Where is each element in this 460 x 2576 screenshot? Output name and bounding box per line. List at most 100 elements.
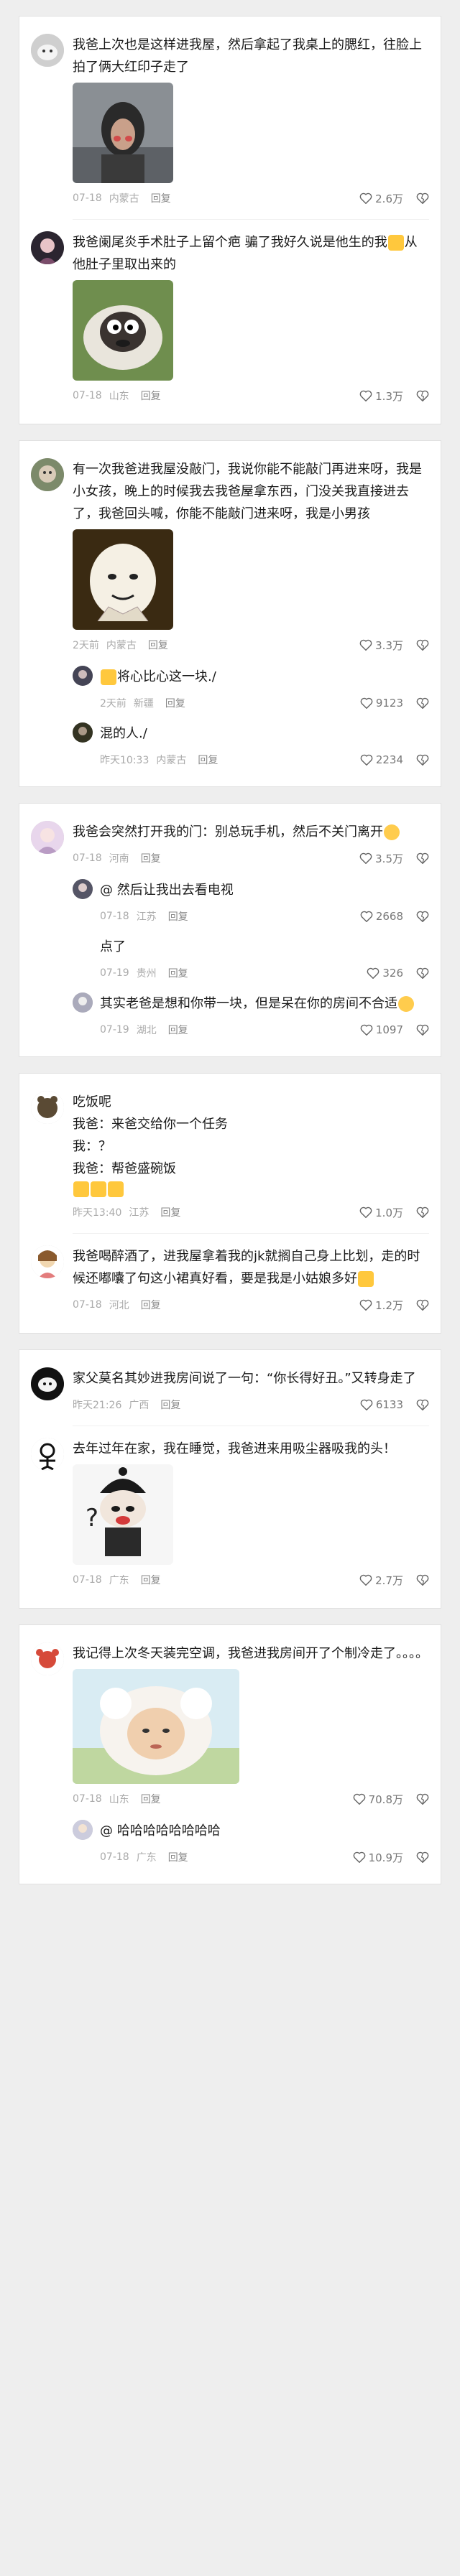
avatar[interactable] (73, 936, 93, 956)
dislike-button[interactable] (416, 1206, 429, 1218)
reply-button[interactable]: 回复 (160, 1205, 180, 1219)
comment-location: 山东 (109, 1794, 129, 1805)
avatar[interactable] (31, 34, 64, 67)
dislike-button[interactable] (416, 1574, 429, 1586)
comment-time: 昨天13:40 (73, 1207, 122, 1219)
like-button[interactable]: 10.9万 (353, 1850, 403, 1865)
comment-card: 吃饭呢 我爸：来爸交给你一个任务 我：？ 我爸：帮爸盛碗饭 昨天13:40 江苏… (19, 1073, 441, 1334)
comment: 我爸阑尾炎手术肚子上留个疤 骗了我好久说是他生的我 从他肚子里取出来的 07-18… (31, 231, 429, 405)
like-button[interactable]: 2.7万 (359, 1573, 403, 1588)
reply-button[interactable]: 回复 (141, 389, 161, 403)
comment-location: 广东 (109, 1575, 129, 1586)
reply-comment: 点了 07-19 贵州 回复 326 (73, 936, 429, 982)
dislike-button[interactable] (416, 390, 429, 401)
comment-image[interactable]: ? (73, 1464, 173, 1565)
dislike-button[interactable] (416, 967, 429, 979)
like-button[interactable]: 3.3万 (359, 638, 403, 653)
reply-comment: 其实老爸是想和你带一块，但是呆在你的房间不合适 07-19 湖北 回复 1097 (73, 992, 429, 1039)
reply-list: 将心比心这一块./ 2天前 新疆 回复 9123 混的人./ 昨天10:33 内… (73, 666, 429, 769)
like-count: 326 (382, 967, 403, 980)
avatar[interactable] (31, 231, 64, 264)
like-count: 2.7万 (375, 1573, 403, 1587)
reply-button[interactable]: 回复 (168, 966, 188, 980)
comment-time: 07-18 (73, 852, 102, 864)
avatar[interactable] (31, 1091, 64, 1124)
avatar[interactable] (31, 458, 64, 491)
reply-list: @ 哈哈哈哈哈哈哈哈 07-18 广东 回复 10.9万 (73, 1820, 429, 1866)
avatar[interactable] (31, 1245, 64, 1278)
comment-time: 昨天10:33 (100, 755, 150, 766)
reply-button[interactable]: 回复 (141, 1573, 161, 1587)
like-button[interactable]: 9123 (360, 697, 403, 710)
like-button[interactable]: 1.2万 (359, 1298, 403, 1313)
like-button[interactable]: 2.6万 (359, 191, 403, 206)
comment-image[interactable] (73, 529, 173, 630)
heart-icon (359, 1574, 372, 1586)
like-button[interactable]: 3.5万 (359, 851, 403, 866)
reply-button[interactable]: 回复 (148, 638, 168, 652)
reply-comment: @ 然后让我出去看电视 07-18 江苏 回复 2668 (73, 879, 429, 926)
reply-button[interactable]: 回复 (168, 909, 188, 924)
like-button[interactable]: 1.0万 (359, 1205, 403, 1220)
comment-text: 我记得上次冬天装完空调，我爸进我房间开了个制冷走了。。。。 (73, 1646, 428, 1661)
dislike-button[interactable] (416, 852, 429, 864)
comment-location: 河南 (109, 853, 129, 865)
dislike-button[interactable] (416, 1024, 429, 1036)
reply-button[interactable]: 回复 (165, 696, 185, 710)
avatar[interactable] (73, 992, 93, 1013)
reply-comment: 将心比心这一块./ 2天前 新疆 回复 9123 (73, 666, 429, 712)
reply-button[interactable]: 回复 (151, 191, 171, 205)
avatar[interactable] (73, 1820, 93, 1840)
avatar[interactable] (31, 1642, 64, 1675)
heart-icon (359, 639, 372, 651)
heart-icon (359, 192, 372, 204)
like-button[interactable]: 1.3万 (359, 389, 403, 404)
broken-heart-icon (416, 1793, 429, 1805)
comment-text: 我爸上次也是这样进我屋，然后拿起了我桌上的腮红，往脸上拍了俩大红印子走了 (73, 37, 422, 75)
comment-time: 07-19 (100, 967, 129, 979)
reply-button[interactable]: 回复 (141, 851, 161, 865)
comment-text: 我：？ (73, 1139, 111, 1154)
dislike-button[interactable] (416, 911, 429, 922)
dislike-button[interactable] (416, 1793, 429, 1805)
reply-button[interactable]: 回复 (141, 1792, 161, 1806)
comment-time: 2天前 (100, 698, 126, 710)
dislike-button[interactable] (416, 697, 429, 709)
comment-text: 吃饭呢 (73, 1094, 111, 1110)
comment: 我爸会突然打开我的门：别总玩手机，然后不关门离开 07-18 河南 回复 3.5… (31, 821, 429, 868)
heart-icon (359, 1299, 372, 1311)
reply-button[interactable]: 回复 (168, 1850, 188, 1864)
crying-emoji-icon (387, 235, 404, 251)
reply-button[interactable]: 回复 (160, 1398, 180, 1412)
comment-text: @ 然后让我出去看电视 (100, 883, 234, 898)
avatar[interactable] (31, 821, 64, 854)
comment-image[interactable] (73, 83, 173, 183)
dislike-button[interactable] (416, 754, 429, 766)
dislike-button[interactable] (416, 1299, 429, 1311)
like-button[interactable]: 1097 (360, 1023, 403, 1036)
like-button[interactable]: 2234 (360, 753, 403, 766)
avatar[interactable] (73, 666, 93, 686)
like-count: 2668 (375, 910, 403, 923)
dislike-button[interactable] (416, 1851, 429, 1863)
like-button[interactable]: 6133 (360, 1398, 403, 1411)
avatar[interactable] (73, 722, 93, 743)
comment-time: 07-18 (100, 911, 129, 922)
like-button[interactable]: 70.8万 (353, 1792, 403, 1807)
dislike-button[interactable] (416, 192, 429, 204)
avatar[interactable] (31, 1367, 64, 1400)
reply-button[interactable]: 回复 (198, 753, 218, 767)
dislike-button[interactable] (416, 1399, 429, 1410)
reply-button[interactable]: 回复 (141, 1298, 161, 1312)
like-button[interactable]: 326 (367, 967, 403, 980)
comment-image[interactable] (73, 280, 173, 381)
like-button[interactable]: 2668 (360, 910, 403, 923)
dislike-button[interactable] (416, 639, 429, 651)
broken-heart-icon (416, 911, 429, 922)
heart-icon (360, 911, 373, 922)
avatar[interactable] (73, 879, 93, 899)
comment-image[interactable] (73, 1669, 239, 1784)
avatar[interactable] (31, 1438, 64, 1471)
comment-text: 我爸：帮爸盛碗饭 (73, 1161, 176, 1176)
reply-button[interactable]: 回复 (168, 1023, 188, 1037)
